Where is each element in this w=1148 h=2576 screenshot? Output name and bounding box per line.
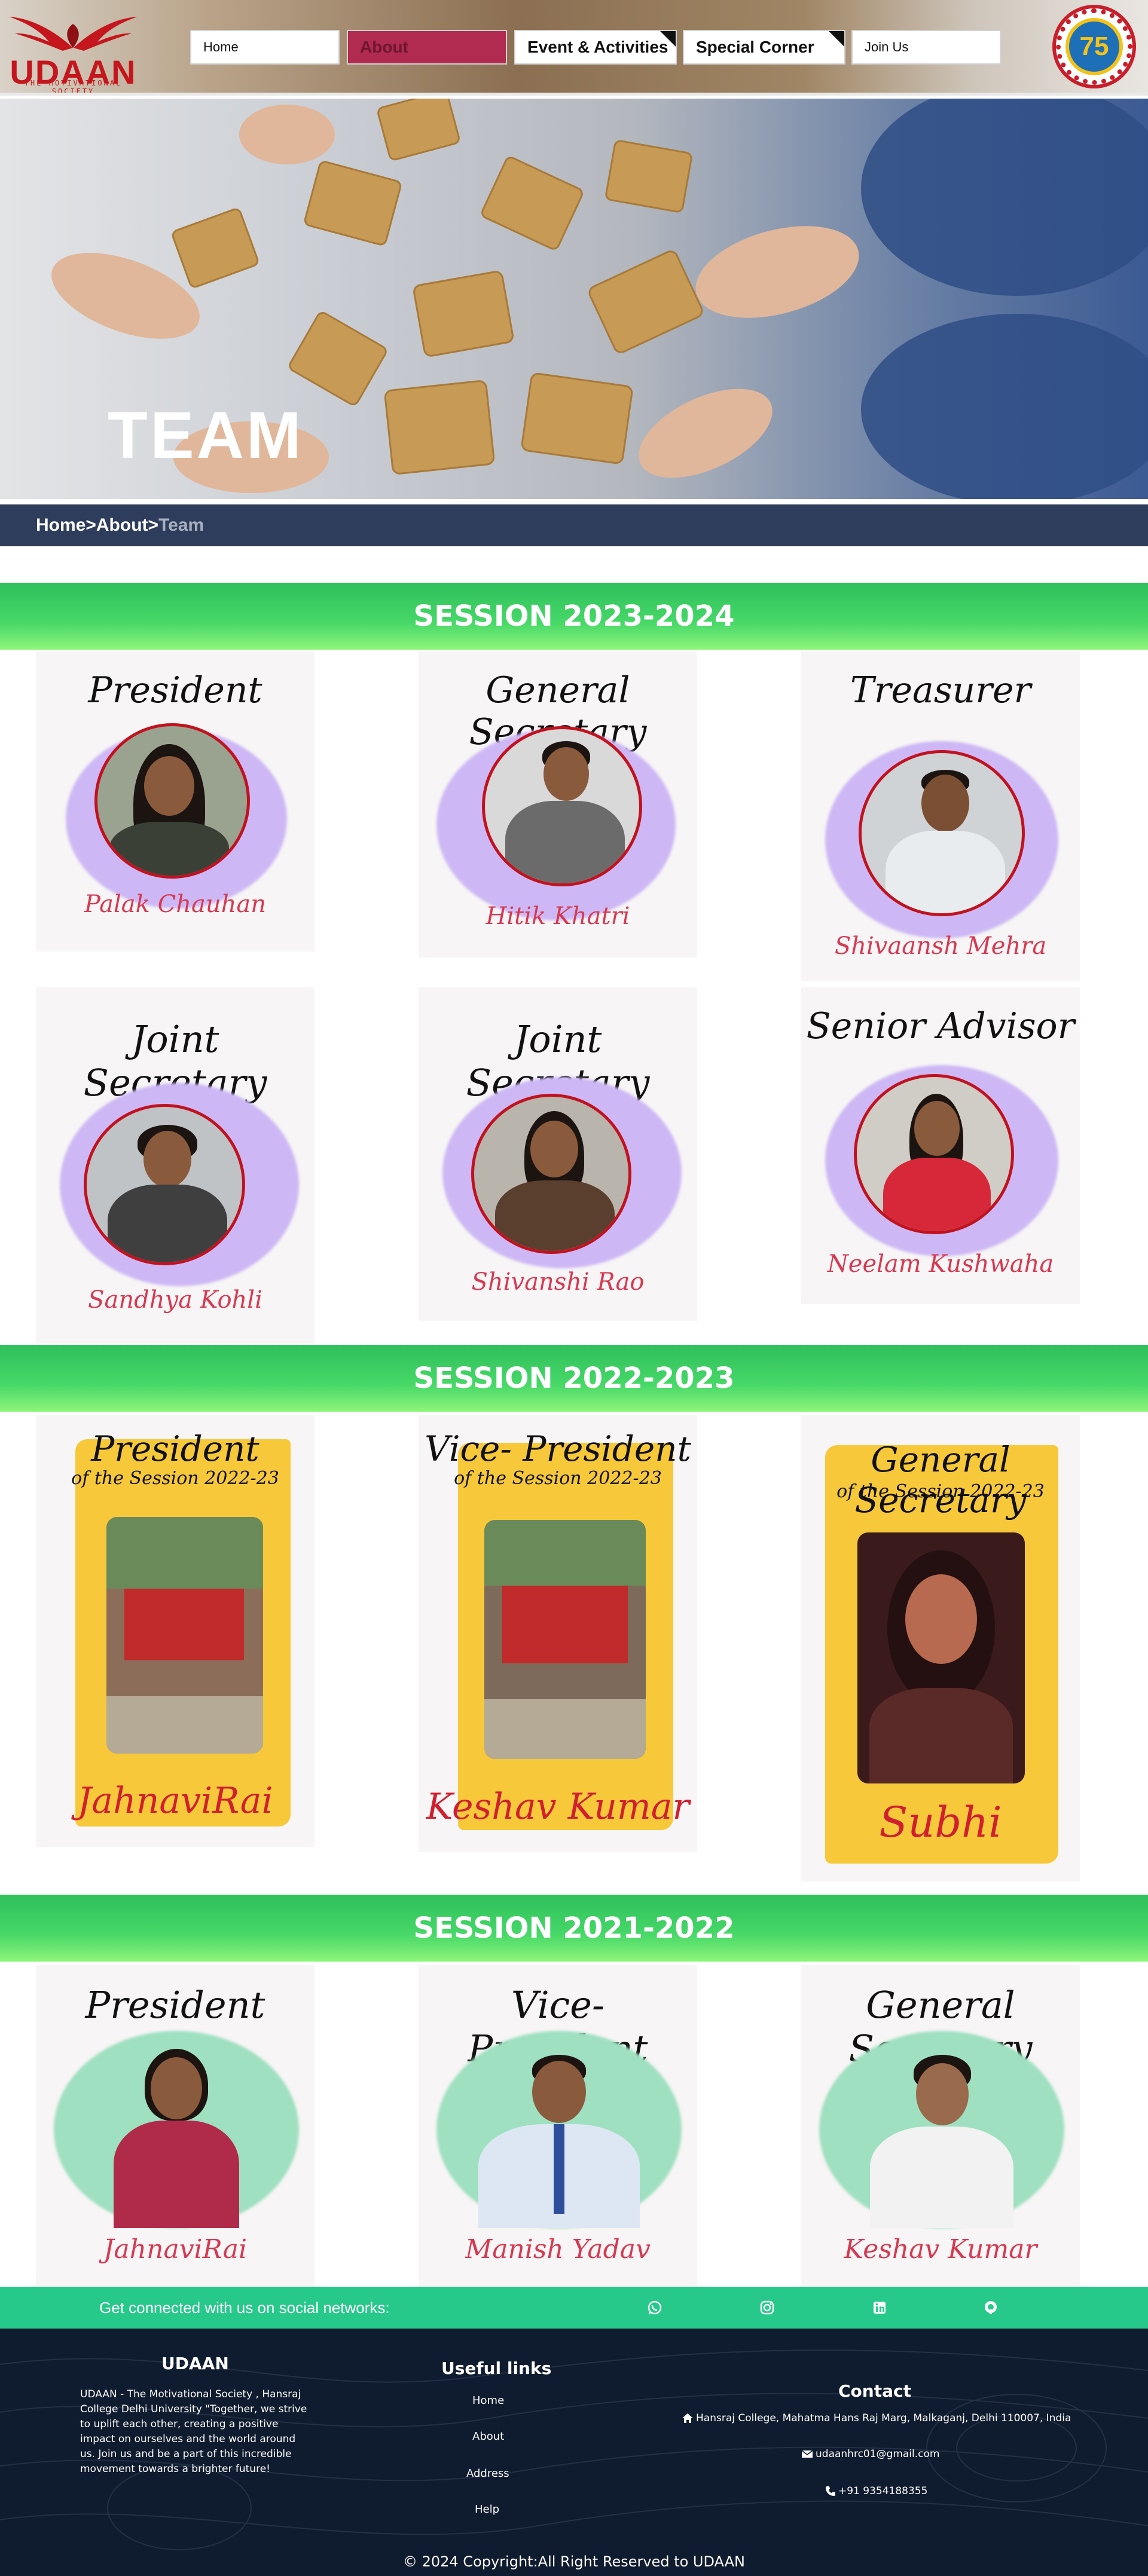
member-card: President JahnaviRai bbox=[36, 1965, 315, 2287]
phone-icon bbox=[826, 2486, 835, 2496]
footer-link-address[interactable]: Address bbox=[466, 2467, 509, 2480]
breadcrumb-current: Team bbox=[158, 515, 204, 535]
udaan-logo[interactable]: UDAAN THE MOTIVATIONAL SOCIETY bbox=[6, 6, 141, 96]
member-name: Keshav Kumar bbox=[844, 2234, 1037, 2265]
member-role: General Secretary bbox=[854, 1439, 1027, 1520]
breadcrumb-home[interactable]: Home bbox=[36, 515, 86, 536]
nav-events[interactable]: Event & Activities bbox=[514, 30, 677, 65]
member-card: General Secretary of the Session 2022-23… bbox=[801, 1415, 1080, 1881]
member-name: Subhi bbox=[879, 1798, 1002, 1847]
member-card: Senior Advisor Neelam Kushwaha bbox=[801, 987, 1080, 1304]
contact-address-text: Hansraj College, Mahatma Hans Raj Marg, … bbox=[696, 2412, 1071, 2424]
anniversary-badge: 75 bbox=[1052, 5, 1136, 88]
navbar: UDAAN THE MOTIVATIONAL SOCIETY Home Abou… bbox=[0, 0, 1148, 96]
session-heading: SESSION 2023-2024 bbox=[0, 583, 1148, 650]
breadcrumb-separator: > bbox=[86, 515, 96, 535]
member-name: Sandhya Kohli bbox=[88, 1286, 262, 1314]
hero-banner: TEAM bbox=[0, 99, 1148, 499]
member-name: Keshav Kumar bbox=[426, 1786, 690, 1828]
contact-address: Hansraj College, Mahatma Hans Raj Marg, … bbox=[682, 2412, 1071, 2424]
footer-link-home[interactable]: Home bbox=[472, 2394, 504, 2407]
member-photo bbox=[106, 1517, 263, 1754]
member-photo bbox=[859, 750, 1025, 916]
member-name: Palak Chauhan bbox=[84, 891, 266, 918]
footer-about-text: UDAAN - The Motivational Society , Hansr… bbox=[80, 2388, 307, 2475]
linkedin-icon[interactable] bbox=[872, 2300, 887, 2315]
instagram-icon[interactable] bbox=[759, 2300, 775, 2315]
member-photo bbox=[482, 726, 642, 886]
member-role: President bbox=[91, 1428, 259, 1469]
footer-links-heading: Useful links bbox=[441, 2358, 552, 2378]
member-name: JahnaviRai bbox=[77, 1780, 273, 1822]
member-name: Hitik Khatri bbox=[486, 902, 630, 930]
member-photo bbox=[472, 2055, 646, 2228]
member-name: Shivanshi Rao bbox=[471, 1268, 645, 1296]
nav-special-corner[interactable]: Special Corner bbox=[683, 30, 845, 65]
member-name: JahnaviRai bbox=[103, 2234, 248, 2265]
member-name: Shivaansh Mehra bbox=[834, 932, 1047, 960]
social-bar: Get connected with us on social networks… bbox=[0, 2287, 1148, 2329]
page-title: TEAM bbox=[108, 399, 304, 472]
contact-email[interactable]: udaanhrc01@gmail.com bbox=[801, 2448, 939, 2460]
member-name: Neelam Kushwaha bbox=[827, 1250, 1054, 1278]
footer-link-help[interactable]: Help bbox=[475, 2503, 499, 2516]
dropdown-corner-icon bbox=[660, 31, 676, 47]
contact-phone[interactable]: +91 9354188355 bbox=[825, 2485, 927, 2497]
member-photo bbox=[854, 1074, 1014, 1234]
member-card: Vice- President Manish Yadav bbox=[419, 1965, 697, 2287]
member-photo bbox=[102, 2049, 251, 2228]
hero-divider bbox=[0, 499, 1148, 504]
member-subrole: of the Session 2022-23 bbox=[71, 1468, 279, 1489]
eagle-wings-icon bbox=[9, 17, 138, 51]
whatsapp-icon[interactable] bbox=[647, 2300, 662, 2315]
nav-join-us[interactable]: Join Us bbox=[851, 30, 1001, 65]
session-heading: SESSION 2021-2022 bbox=[0, 1895, 1148, 1962]
footer-link-about[interactable]: About bbox=[472, 2430, 504, 2443]
nav-about[interactable]: About bbox=[347, 30, 507, 65]
member-name: Manish Yadav bbox=[465, 2234, 651, 2265]
member-card: General Secretary Keshav Kumar bbox=[801, 1965, 1080, 2287]
member-card: President Palak Chauhan bbox=[36, 651, 315, 952]
member-card: Joint Secretary Shivanshi Rao bbox=[419, 987, 697, 1321]
home-icon bbox=[682, 2413, 693, 2423]
nav-special-label: Special Corner bbox=[696, 38, 814, 56]
member-photo bbox=[857, 1532, 1025, 1783]
member-role: Treasurer bbox=[850, 669, 1031, 711]
github-icon[interactable] bbox=[983, 2300, 999, 2315]
member-subrole: of the Session 2022-23 bbox=[836, 1481, 1045, 1502]
member-photo bbox=[94, 723, 250, 879]
member-card: President of the Session 2022-23 Jahnavi… bbox=[36, 1415, 315, 1847]
member-role: President bbox=[85, 1983, 265, 2027]
envelope-icon bbox=[801, 2450, 813, 2458]
footer-about-heading: UDAAN bbox=[161, 2354, 229, 2373]
breadcrumb-about[interactable]: About bbox=[96, 515, 148, 536]
member-role: Senior Advisor bbox=[806, 1005, 1075, 1047]
member-photo bbox=[484, 1520, 646, 1759]
contact-email-text: udaanhrc01@gmail.com bbox=[816, 2448, 940, 2460]
footer: UDAAN UDAAN - The Motivational Society ,… bbox=[0, 2329, 1148, 2576]
member-role: President bbox=[88, 669, 262, 711]
badge-number: 75 bbox=[1065, 18, 1123, 75]
brand-tagline: THE MOTIVATIONAL SOCIETY bbox=[24, 79, 123, 96]
nav-home[interactable]: Home bbox=[190, 30, 340, 65]
breadcrumb: Home > About > Team bbox=[0, 504, 1148, 546]
nav-events-label: Event & Activities bbox=[527, 38, 668, 56]
session-heading: SESSION 2022-2023 bbox=[0, 1345, 1148, 1412]
member-card: Joint Secretary Sandhya Kohli bbox=[36, 987, 315, 1344]
member-subrole: of the Session 2022-23 bbox=[454, 1468, 662, 1489]
member-photo bbox=[471, 1094, 631, 1254]
member-role: Vice- President bbox=[425, 1428, 691, 1469]
member-card: Vice- President of the Session 2022-23 K… bbox=[419, 1415, 697, 1852]
footer-contact-heading: Contact bbox=[838, 2381, 911, 2401]
dropdown-corner-icon bbox=[829, 31, 844, 47]
copyright: © 2024 Copyright:All Right Reserved to U… bbox=[402, 2553, 746, 2570]
contact-phone-text: +91 9354188355 bbox=[838, 2485, 928, 2497]
breadcrumb-separator: > bbox=[148, 515, 159, 535]
member-card: General Secretary Hitik Khatri bbox=[419, 651, 697, 957]
social-text: Get connected with us on social networks… bbox=[99, 2299, 390, 2317]
member-photo bbox=[84, 1104, 245, 1265]
member-card: Treasurer Shivaansh Mehra bbox=[801, 651, 1080, 981]
member-photo bbox=[861, 2055, 1022, 2228]
